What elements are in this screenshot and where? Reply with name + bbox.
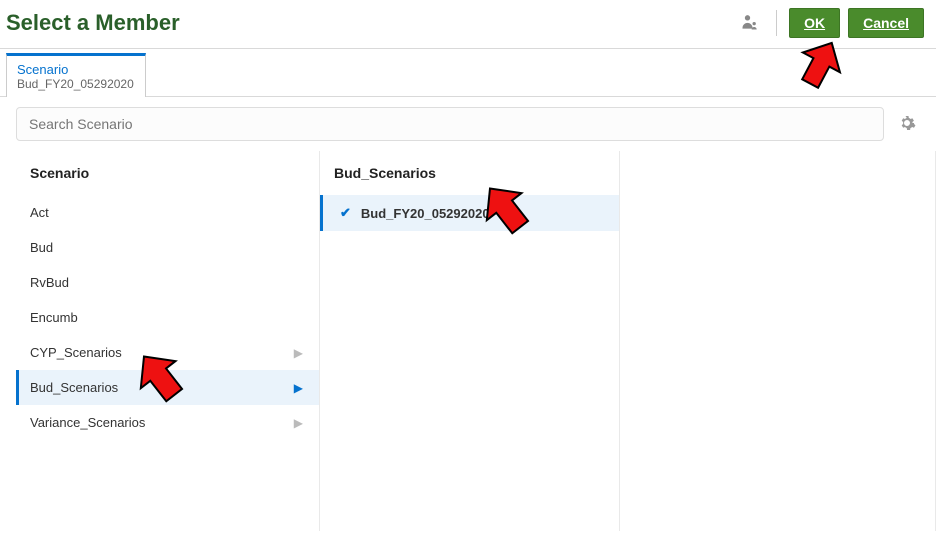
item-label: CYP_Scenarios [30, 345, 122, 360]
cancel-button[interactable]: Cancel [848, 8, 924, 38]
list-item[interactable]: Encumb [16, 300, 319, 335]
chevron-right-icon: ▶ [294, 346, 303, 360]
list-item[interactable]: Bud [16, 230, 319, 265]
column-empty [620, 151, 936, 531]
item-label: RvBud [30, 275, 69, 290]
list-item[interactable]: Act [16, 195, 319, 230]
search-input[interactable] [16, 107, 884, 141]
tab-value: Bud_FY20_05292020 [17, 77, 135, 91]
chevron-right-icon: ▶ [294, 416, 303, 430]
item-label: Encumb [30, 310, 78, 325]
ok-button[interactable]: OK [789, 8, 840, 38]
tab-scenario[interactable]: Scenario Bud_FY20_05292020 [6, 53, 146, 97]
gear-icon[interactable] [894, 110, 920, 139]
chevron-right-icon: ▶ [294, 381, 303, 395]
item-label: Bud_Scenarios [30, 380, 118, 395]
header-divider [776, 10, 777, 36]
list-item[interactable]: Variance_Scenarios ▶ [16, 405, 319, 440]
item-label: Bud_FY20_05292020 [361, 206, 490, 221]
check-icon: ✔ [340, 205, 351, 221]
list-item-selected[interactable]: ✔ Bud_FY20_05292020 [320, 195, 619, 231]
column-scenario: Scenario Act Bud RvBud Encumb CYP_Scenar… [0, 151, 320, 531]
column-bud-scenarios: Bud_Scenarios ✔ Bud_FY20_05292020 [320, 151, 620, 531]
user-role-icon[interactable] [740, 12, 760, 35]
page-title: Select a Member [6, 10, 180, 36]
list-item[interactable]: CYP_Scenarios ▶ [16, 335, 319, 370]
tab-label: Scenario [17, 62, 135, 77]
item-label: Variance_Scenarios [30, 415, 145, 430]
item-label: Bud [30, 240, 53, 255]
list-item-selected[interactable]: Bud_Scenarios ▶ [16, 370, 319, 405]
column1-header: Scenario [16, 157, 319, 195]
list-item[interactable]: RvBud [16, 265, 319, 300]
column2-header: Bud_Scenarios [320, 157, 619, 195]
item-label: Act [30, 205, 49, 220]
